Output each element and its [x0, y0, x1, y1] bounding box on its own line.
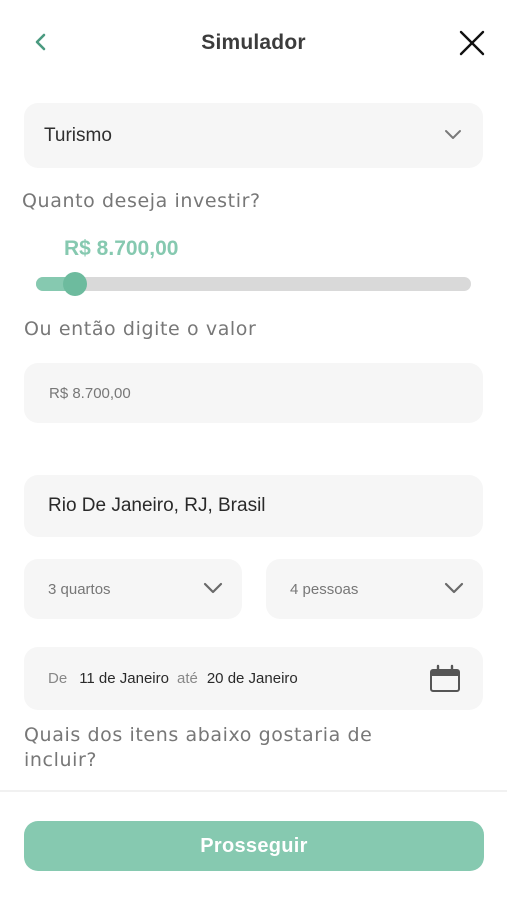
close-button[interactable] [457, 28, 487, 58]
rooms-select[interactable]: 3 quartos [24, 559, 242, 619]
people-select-value: 4 pessoas [290, 580, 359, 598]
items-question: Quais dos itens abaixo gostaria de inclu… [24, 723, 372, 773]
close-icon [459, 30, 485, 56]
date-from-value: 11 de Janeiro [79, 670, 169, 687]
date-to-label: até [176, 670, 198, 687]
chevron-down-icon [444, 582, 464, 594]
date-to-value: 20 de Janeiro [206, 670, 298, 687]
items-question-line2: incluir? [24, 749, 98, 771]
page-title: Simulador [201, 31, 306, 54]
location-input[interactable]: Rio De Janeiro, RJ, Brasil [24, 475, 483, 537]
app-header: Simulador [0, 0, 507, 86]
people-select[interactable]: 4 pessoas [266, 559, 483, 619]
date-range-row: De 11 de Janeiro até 20 de Janeiro [48, 647, 298, 710]
rooms-select-value: 3 quartos [48, 580, 111, 598]
category-select[interactable]: Turismo [24, 103, 483, 168]
amount-input[interactable]: R$ 8.700,00 [24, 363, 483, 423]
chevron-down-icon [203, 582, 223, 594]
date-from-label: De [48, 670, 68, 687]
location-input-value: Rio De Janeiro, RJ, Brasil [48, 495, 266, 516]
footer-divider [0, 790, 507, 792]
investment-amount-display: R$ 8.700,00 [64, 237, 179, 260]
investment-question: Quanto deseja investir? [22, 190, 261, 212]
date-range-field[interactable]: De 11 de Janeiro até 20 de Janeiro [24, 647, 483, 710]
slider-thumb[interactable] [63, 272, 88, 296]
amount-input-value: R$ 8.700,00 [49, 384, 131, 402]
calendar-icon[interactable] [429, 664, 461, 694]
category-select-value: Turismo [44, 124, 112, 146]
alt-amount-label: Ou então digite o valor [24, 318, 257, 340]
proceed-button[interactable]: Prosseguir [24, 821, 484, 871]
investment-slider[interactable] [36, 272, 471, 296]
chevron-down-icon [445, 130, 461, 139]
items-question-line1: Quais dos itens abaixo gostaria de [24, 724, 373, 746]
